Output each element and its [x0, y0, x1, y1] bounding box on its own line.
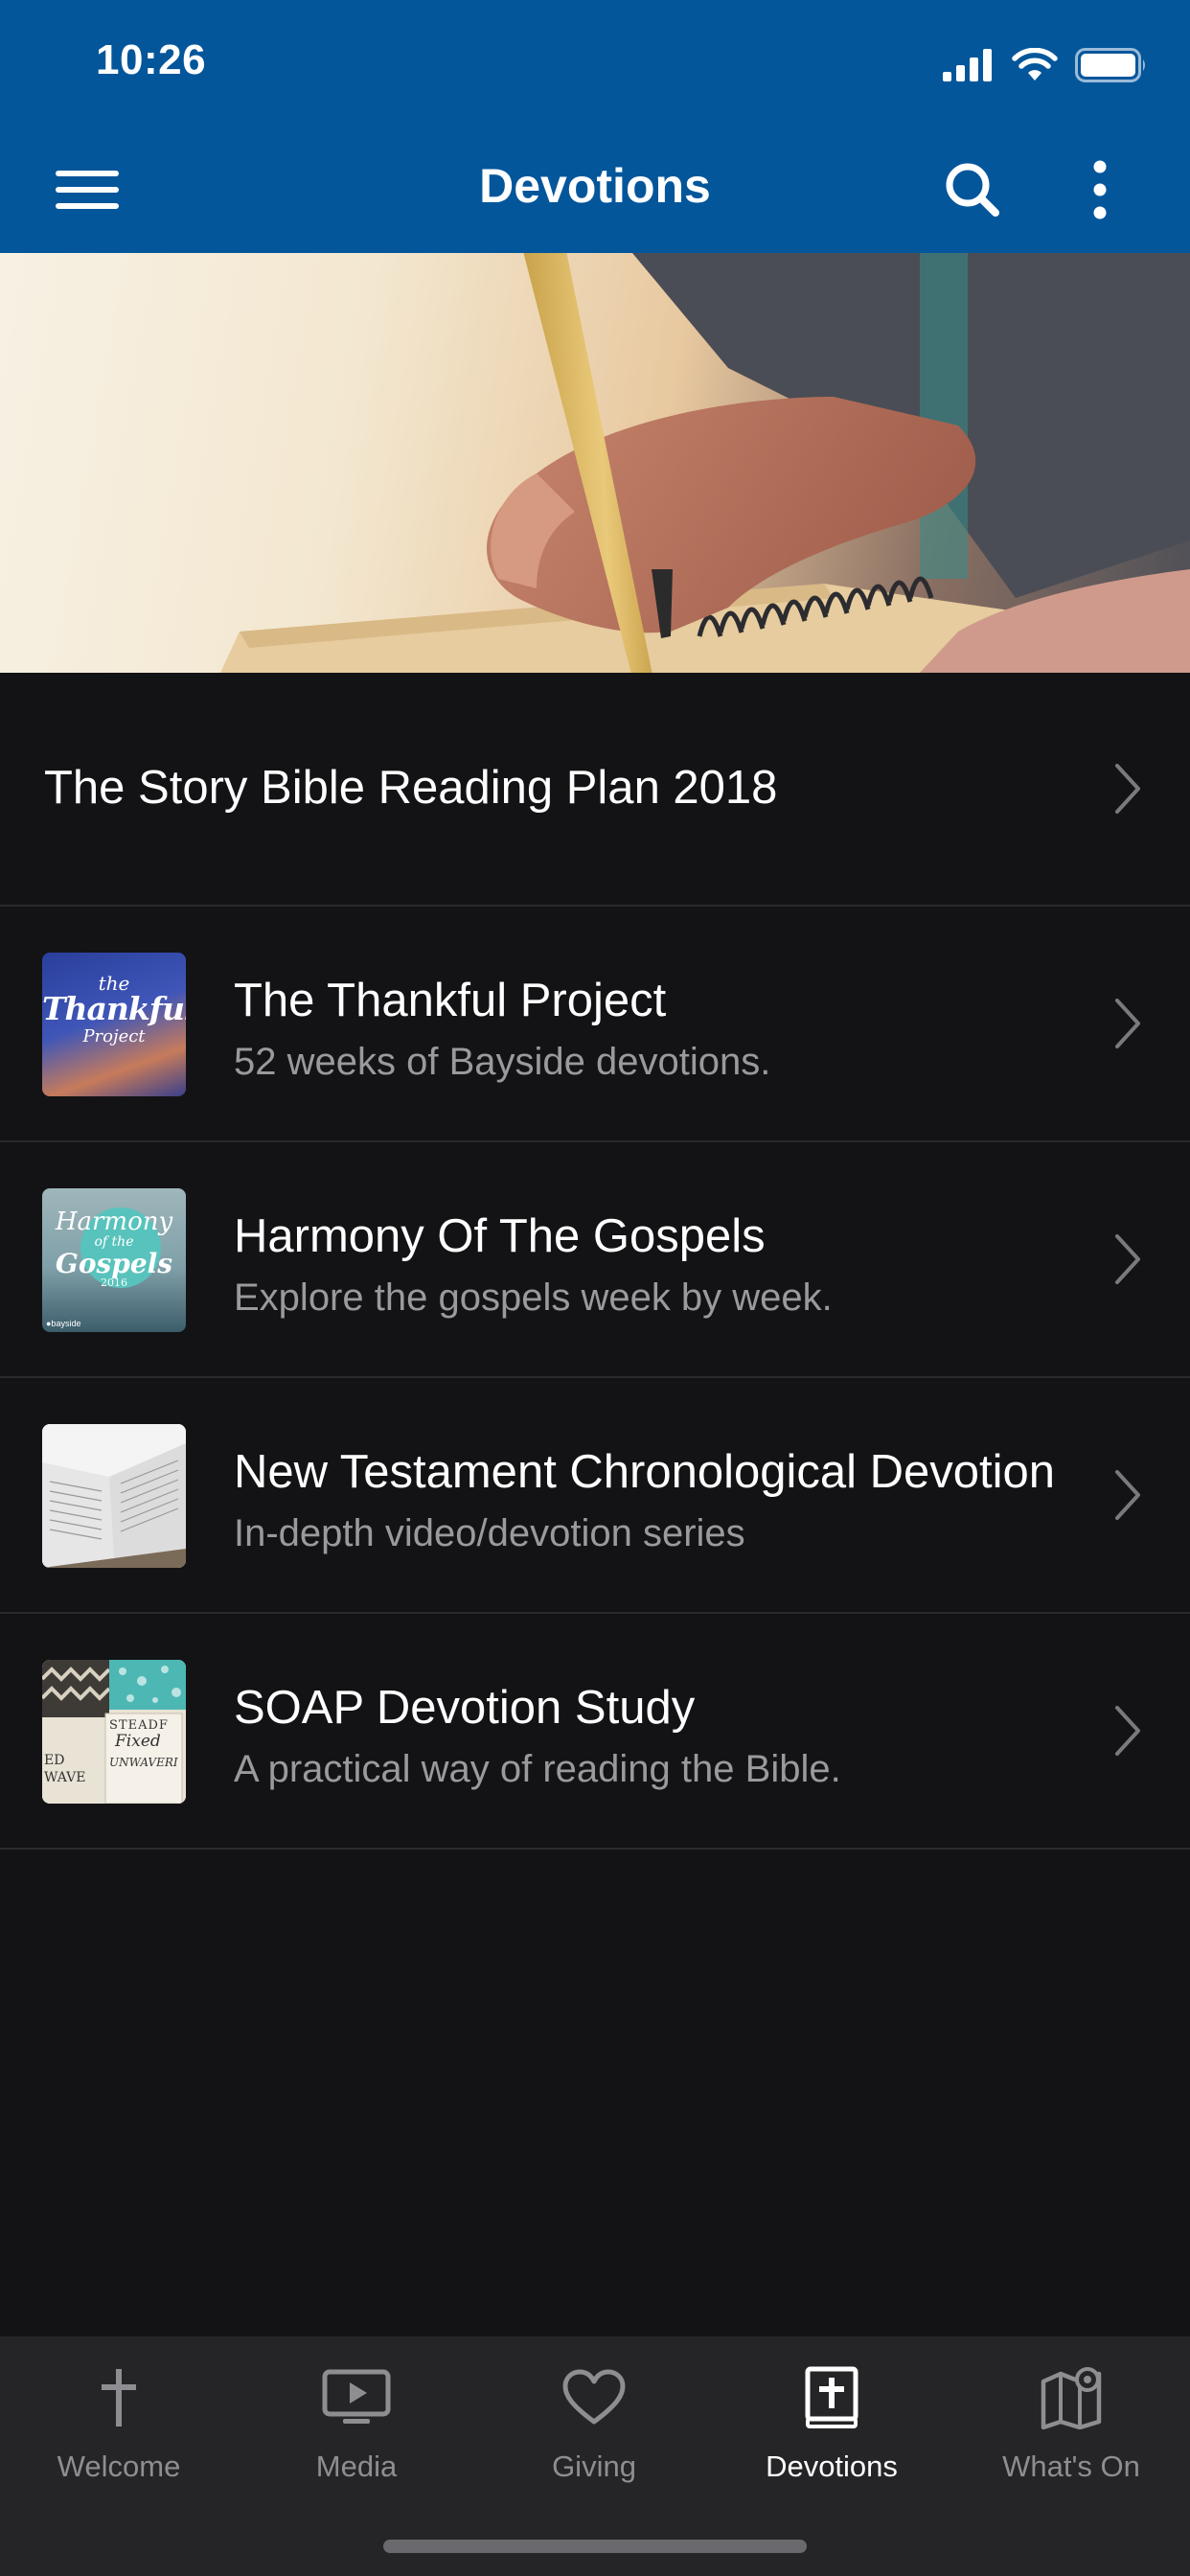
tab-giving[interactable]: Giving: [475, 2336, 713, 2518]
search-icon: [946, 163, 999, 217]
hero-image: [0, 253, 1190, 673]
chevron-right-icon: [1115, 1706, 1140, 1756]
tab-devotions[interactable]: Devotions: [713, 2336, 950, 2518]
tab-label: Devotions: [766, 2450, 898, 2483]
list-item-subtitle: A practical way of reading the Bible.: [234, 1748, 841, 1790]
chevron-right-icon: [1115, 1470, 1140, 1520]
thumb-text: 2016: [101, 1276, 127, 1290]
hand-writing-illustration: [220, 253, 1190, 673]
list-item-subtitle: 52 weeks of Bayside devotions.: [234, 1041, 771, 1083]
wifi-icon: [1012, 48, 1058, 80]
chevron-right-icon: [1115, 764, 1140, 814]
app-header: 10:26 Devotions: [0, 0, 1190, 253]
tab-label: Media: [315, 2450, 398, 2483]
list-item-title: The Thankful Project: [234, 975, 667, 1026]
tab-label: Welcome: [57, 2450, 181, 2483]
list-item[interactable]: New Testament Chronological Devotion In-…: [0, 1378, 1190, 1614]
chevron-right-icon: [1115, 999, 1140, 1048]
thumb-text: ●bayside: [46, 1319, 81, 1328]
more-options-button[interactable]: [1081, 157, 1119, 222]
tab-label: What's On: [1002, 2450, 1140, 2483]
status-time: 10:26: [96, 36, 207, 83]
list-item-title: The Story Bible Reading Plan 2018: [44, 762, 778, 814]
chevron-right-icon: [1115, 1234, 1140, 1284]
list-item[interactable]: the Thankful Project The Thankful Projec…: [0, 907, 1190, 1142]
tab-welcome[interactable]: Welcome: [0, 2336, 238, 2518]
list-item[interactable]: Harmony of the Gospels 2016 ●bayside Har…: [0, 1142, 1190, 1378]
more-vertical-icon: [1093, 160, 1107, 219]
list-item-title: Harmony Of The Gospels: [234, 1210, 766, 1262]
open-book-illustration: [42, 1424, 186, 1568]
bible-icon: [805, 2366, 858, 2428]
list-item-subtitle: In-depth video/devotion series: [234, 1512, 745, 1554]
open-bible-thumbnail: [42, 1424, 186, 1568]
page-title: Devotions: [479, 159, 711, 213]
list-item-title: New Testament Chronological Devotion: [234, 1446, 1056, 1498]
thumb-text: STEADF: [109, 1718, 169, 1733]
battery-icon: [1075, 48, 1145, 82]
search-button[interactable]: [939, 159, 1006, 220]
tab-media[interactable]: Media: [238, 2336, 475, 2518]
thumb-text: UNWAVERI: [109, 1755, 178, 1769]
map-pin-icon: [1041, 2367, 1102, 2429]
status-icons: [943, 46, 1148, 84]
thankful-project-thumbnail: the Thankful Project: [42, 953, 186, 1096]
devotions-list: The Story Bible Reading Plan 2018 the Th…: [0, 673, 1190, 1850]
list-item-title: SOAP Devotion Study: [234, 1682, 696, 1734]
thumb-text: Harmony: [55, 1208, 173, 1236]
thumb-text: Thankful: [42, 990, 186, 1027]
tab-label: Giving: [552, 2450, 636, 2483]
list-item-subtitle: Explore the gospels week by week.: [234, 1276, 833, 1319]
soap-study-thumbnail: STEADF Fixed UNWAVERI ED WAVE: [42, 1660, 186, 1804]
thumb-text: WAVE: [44, 1770, 86, 1786]
list-item[interactable]: STEADF Fixed UNWAVERI ED WAVE SOAP Devot…: [0, 1614, 1190, 1850]
thumb-text: ED: [44, 1753, 65, 1768]
tab-whats-on[interactable]: What's On: [952, 2336, 1190, 2518]
thumb-text: Fixed: [115, 1732, 161, 1752]
thumb-text: Gospels: [55, 1247, 173, 1279]
home-indicator[interactable]: [383, 2540, 807, 2553]
thumb-text: Project: [82, 1026, 146, 1046]
cellular-signal-icon: [943, 49, 992, 81]
list-item-featured[interactable]: The Story Bible Reading Plan 2018: [0, 673, 1190, 907]
cross-icon: [102, 2369, 136, 2426]
harmony-gospels-thumbnail: Harmony of the Gospels 2016 ●bayside: [42, 1188, 186, 1332]
play-screen-icon: [322, 2369, 391, 2424]
heart-icon: [562, 2369, 626, 2425]
